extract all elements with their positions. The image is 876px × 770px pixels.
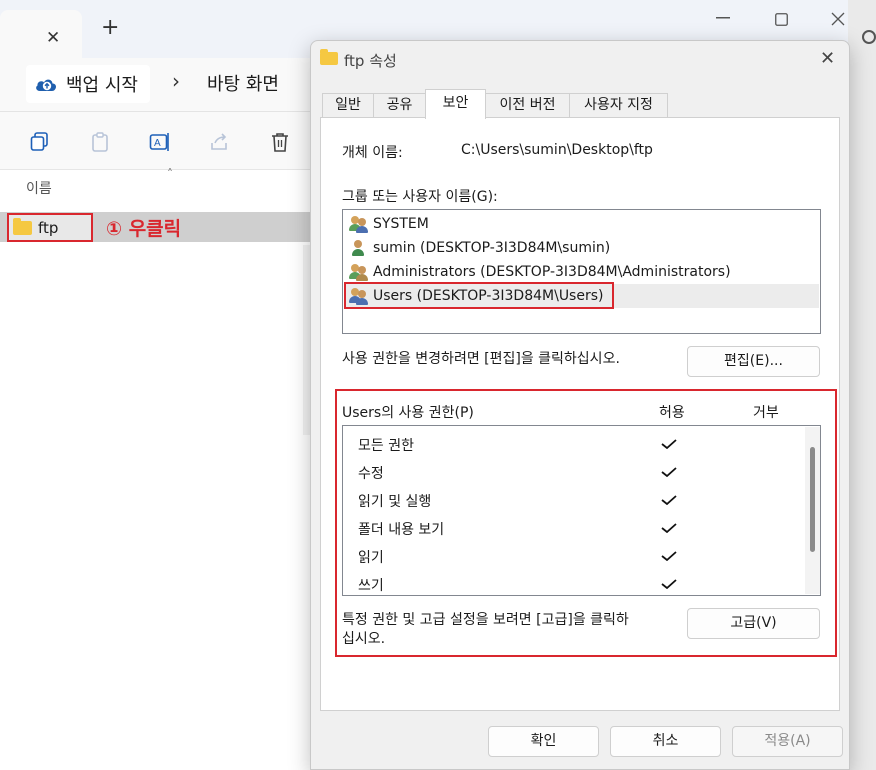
selected-user-highlight [344, 282, 614, 309]
permission-read: 읽기 [358, 550, 384, 566]
breadcrumb-desktop[interactable]: 바탕 화면 [207, 70, 279, 96]
check-icon [661, 439, 677, 449]
group-user-list[interactable]: SYSTEM sumin (DESKTOP-3I3D84M\sumin) Adm… [342, 209, 821, 334]
object-name-label: 개체 이름: [342, 145, 403, 161]
user-icon [349, 239, 369, 257]
background-window-icon [862, 30, 876, 44]
deny-column-header: 거부 [753, 405, 779, 421]
trash-icon[interactable] [269, 131, 291, 153]
ftp-folder-label: ftp [38, 218, 59, 237]
list-item-system[interactable]: SYSTEM [346, 212, 819, 236]
column-header-row: ˄ 이름 [0, 167, 310, 210]
pane-divider [303, 245, 310, 435]
minimize-icon[interactable] [716, 17, 730, 19]
permissions-scrollbar[interactable] [805, 427, 820, 594]
close-tab-icon[interactable]: ✕ [46, 28, 60, 48]
tab-general[interactable]: 일반 [322, 93, 374, 117]
advanced-hint-line2: 십시오. [342, 631, 386, 647]
advanced-button[interactable]: 고급(V) [687, 608, 820, 639]
ftp-folder-item[interactable]: ftp [7, 213, 93, 242]
change-hint: 사용 권한을 변경하려면 [편집]을 클릭하십시오. [342, 351, 620, 367]
window-close-icon[interactable] [831, 12, 845, 26]
list-item-administrators[interactable]: Administrators (DESKTOP-3I3D84M\Administ… [346, 260, 819, 284]
svg-text:A: A [154, 138, 161, 149]
check-icon [661, 579, 677, 589]
permission-write: 쓰기 [358, 578, 384, 594]
permission-full-control: 모든 권한 [358, 438, 414, 454]
folder-icon [13, 217, 32, 235]
scrollbar-thumb[interactable] [810, 447, 815, 552]
breadcrumb-backup[interactable]: 백업 시작 [26, 65, 150, 103]
right-click-annotation: ① 우클릭 [106, 218, 182, 240]
object-path: C:\Users\sumin\Desktop\ftp [461, 142, 653, 158]
rename-icon[interactable]: A [149, 131, 171, 153]
list-item-sumin[interactable]: sumin (DESKTOP-3I3D84M\sumin) [346, 236, 819, 260]
check-icon [661, 495, 677, 505]
advanced-hint-line1: 특정 권한 및 고급 설정을 보려면 [고급]을 클릭하 [342, 612, 629, 628]
permission-list-folder: 폴더 내용 보기 [358, 522, 445, 538]
permission-modify: 수정 [358, 466, 384, 482]
tab-previous-versions[interactable]: 이전 버전 [485, 93, 570, 117]
sort-caret-icon: ˄ [167, 167, 173, 181]
permissions-list[interactable]: 모든 권한 수정 읽기 및 실행 폴더 내용 보기 읽기 쓰기 [342, 425, 821, 596]
permission-read-execute: 읽기 및 실행 [358, 494, 432, 510]
folder-icon [320, 49, 338, 65]
paste-icon[interactable] [89, 131, 111, 153]
tab-customize[interactable]: 사용자 지정 [569, 93, 668, 117]
user-name: Administrators (DESKTOP-3I3D84M\Administ… [373, 264, 731, 280]
tab-security[interactable]: 보안 [425, 89, 486, 119]
ok-button[interactable]: 확인 [488, 726, 599, 757]
user-group-icon [349, 215, 369, 233]
dialog-titlebar: ftp 속성 ✕ [311, 41, 849, 79]
permissions-header: Users의 사용 권한(P) [342, 405, 474, 421]
copy-icon[interactable] [29, 131, 51, 153]
user-name: sumin (DESKTOP-3I3D84M\sumin) [373, 240, 611, 256]
properties-dialog: ftp 속성 ✕ 일반 공유 보안 이전 버전 사용자 지정 개체 이름: C:… [310, 40, 850, 770]
allow-column-header: 허용 [659, 405, 685, 421]
check-icon [661, 551, 677, 561]
group-user-label: 그룹 또는 사용자 이름(G): [342, 189, 498, 205]
chevron-right-icon: › [172, 69, 180, 93]
share-icon[interactable] [209, 131, 231, 153]
check-icon [661, 467, 677, 477]
background-window-edge [848, 0, 876, 770]
dialog-close-icon[interactable]: ✕ [820, 48, 835, 69]
cancel-button[interactable]: 취소 [610, 726, 721, 757]
user-group-icon [349, 263, 369, 281]
tab-sharing[interactable]: 공유 [373, 93, 426, 117]
maximize-icon[interactable] [775, 13, 788, 26]
dialog-title: ftp 속성 [344, 52, 397, 70]
user-name: SYSTEM [373, 216, 429, 232]
edit-button[interactable]: 편집(E)... [687, 346, 820, 377]
apply-button[interactable]: 적용(A) [732, 726, 843, 757]
explorer-tab[interactable]: ✕ [0, 10, 82, 58]
breadcrumb-backup-label: 백업 시작 [66, 75, 138, 96]
security-tab-page: 개체 이름: C:\Users\sumin\Desktop\ftp 그룹 또는 … [320, 117, 840, 711]
name-column-header[interactable]: 이름 [26, 178, 52, 198]
cloud-backup-icon [36, 79, 57, 91]
check-icon [661, 523, 677, 533]
new-tab-button[interactable]: + [101, 17, 119, 39]
